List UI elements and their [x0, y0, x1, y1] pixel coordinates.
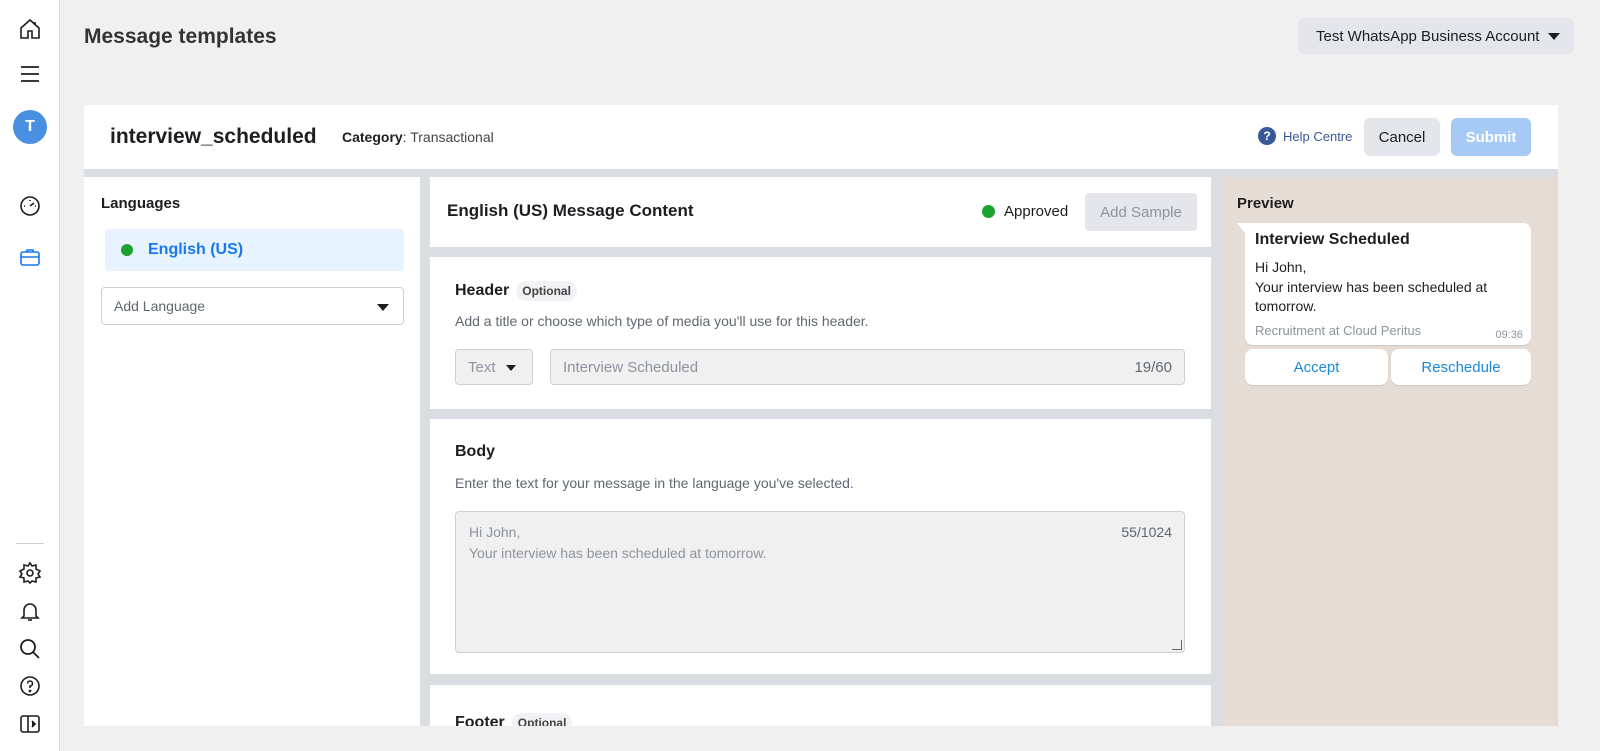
status-badge: Approved	[982, 203, 1068, 220]
header-text-input[interactable]: Interview Scheduled 19/60	[550, 349, 1185, 385]
avatar[interactable]: T	[13, 110, 47, 144]
page-title: Message templates	[84, 25, 277, 48]
bell-icon[interactable]	[18, 599, 42, 623]
header-char-count: 19/60	[1134, 359, 1172, 376]
sidebar-toggle-icon[interactable]	[18, 712, 42, 736]
left-rail: T	[0, 0, 60, 751]
template-editor-panel: interview_scheduled Category: Transactio…	[84, 105, 1558, 726]
body-description: Enter the text for your message in the l…	[455, 475, 854, 491]
approved-dot-icon	[982, 205, 995, 218]
home-icon[interactable]	[18, 17, 42, 41]
category-value: : Transactional	[402, 129, 494, 145]
cancel-button[interactable]: Cancel	[1364, 118, 1440, 156]
preview-heading: Preview	[1237, 195, 1294, 212]
briefcase-icon[interactable]	[18, 245, 42, 269]
help-centre-link[interactable]: ? Help Centre	[1258, 127, 1352, 145]
preview-title: Interview Scheduled	[1255, 231, 1410, 248]
quick-reply-reschedule[interactable]: Reschedule	[1391, 349, 1531, 385]
body-section-title: Body	[455, 443, 495, 460]
quick-reply-accept[interactable]: Accept	[1245, 349, 1388, 385]
header-section-title: Header Optional	[455, 281, 577, 301]
menu-icon[interactable]	[18, 62, 42, 86]
header-type-select[interactable]: Text	[455, 349, 533, 385]
preview-line-1: Hi John,	[1255, 259, 1307, 275]
preview-timestamp: 09:36	[1495, 329, 1523, 341]
body-char-count: 55/1024	[1121, 524, 1172, 540]
search-icon[interactable]	[18, 637, 42, 661]
optional-badge: Optional	[516, 281, 577, 301]
resize-handle-icon[interactable]	[1172, 640, 1182, 650]
preview-panel: Preview Interview Scheduled Hi John, You…	[1221, 177, 1557, 726]
account-label: Test WhatsApp Business Account	[1316, 27, 1540, 45]
header-description: Add a title or choose which type of medi…	[455, 313, 869, 329]
caret-down-icon	[506, 365, 516, 371]
template-topbar: interview_scheduled Category: Transactio…	[84, 105, 1558, 169]
status-dot-icon	[121, 244, 133, 256]
message-content-card: English (US) Message Content Approved Ad…	[430, 177, 1211, 247]
rail-divider	[16, 543, 44, 544]
gear-icon[interactable]	[18, 561, 42, 585]
add-language-placeholder: Add Language	[114, 298, 206, 314]
languages-column: Languages English (US) Add Language	[84, 177, 420, 726]
preview-footer: Recruitment at Cloud Peritus	[1255, 323, 1422, 338]
caret-down-icon	[1548, 33, 1560, 40]
question-mark-icon: ?	[1258, 127, 1276, 145]
body-line-1: Hi John,	[469, 524, 521, 540]
languages-heading: Languages	[101, 195, 181, 212]
footer-title-label: Footer	[455, 714, 505, 726]
category-label: Category	[342, 129, 403, 145]
footer-section-title: Footer Optional	[455, 713, 573, 726]
dashboard-gauge-icon[interactable]	[18, 194, 42, 218]
header-section: Header Optional Add a title or choose wh…	[430, 257, 1211, 409]
language-label: English (US)	[148, 241, 244, 258]
status-label: Approved	[1004, 203, 1069, 220]
header-title-label: Header	[455, 282, 510, 299]
header-type-value: Text	[468, 358, 496, 376]
add-language-dropdown[interactable]: Add Language	[101, 287, 404, 325]
add-sample-button[interactable]: Add Sample	[1085, 193, 1197, 231]
template-category: Category: Transactional	[342, 129, 494, 145]
body-textarea[interactable]: Hi John, Your interview has been schedul…	[455, 511, 1185, 653]
optional-badge: Optional	[511, 713, 573, 726]
message-bubble: Interview Scheduled Hi John, Your interv…	[1237, 223, 1531, 345]
language-item-english-us[interactable]: English (US)	[105, 229, 404, 271]
footer-section: Footer Optional	[430, 685, 1211, 726]
header-input-value: Interview Scheduled	[563, 358, 699, 376]
template-name: interview_scheduled	[110, 125, 317, 148]
body-section: Body Enter the text for your message in …	[430, 419, 1211, 674]
account-dropdown[interactable]: Test WhatsApp Business Account	[1298, 18, 1574, 54]
message-content-title: English (US) Message Content	[447, 201, 694, 220]
body-line-2: Your interview has been scheduled at tom…	[469, 545, 767, 561]
preview-line-2: Your interview has been scheduled at tom…	[1255, 279, 1488, 314]
caret-down-icon	[377, 304, 389, 311]
help-icon[interactable]	[18, 674, 42, 698]
submit-button[interactable]: Submit	[1451, 118, 1531, 156]
help-centre-label: Help Centre	[1283, 128, 1353, 144]
